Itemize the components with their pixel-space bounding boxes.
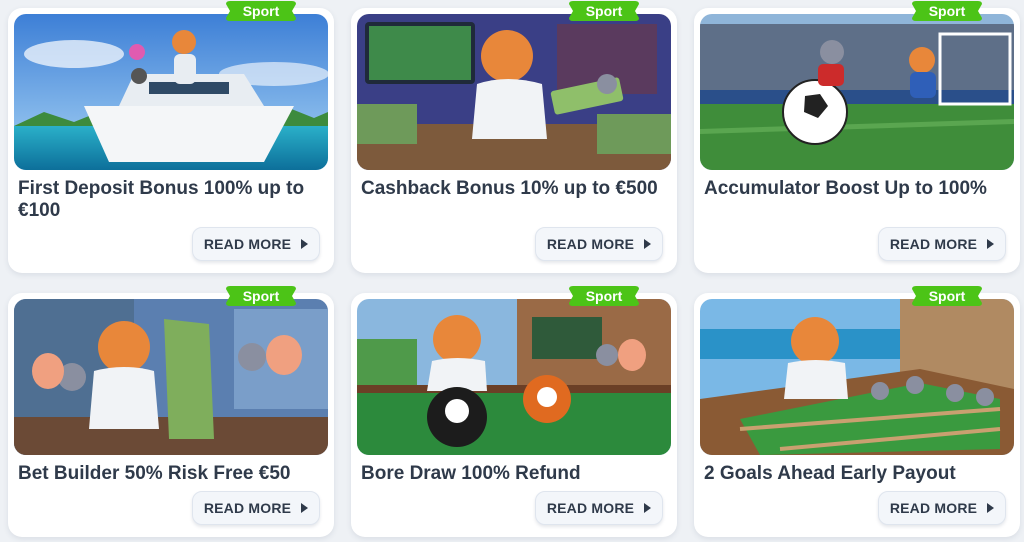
caret-right-icon — [301, 503, 309, 513]
promo-title: Accumulator Boost Up to 100% — [704, 178, 987, 199]
sport-badge: Sport — [226, 286, 296, 306]
promo-card[interactable]: Sport First Deposit Bonus 100% up to €10… — [8, 1, 334, 273]
read-more-label: READ MORE — [203, 236, 292, 252]
promo-title: First Deposit Bonus 100% up to €100 — [18, 178, 305, 221]
table-football-illustration — [700, 299, 1014, 455]
promo-image[interactable] — [700, 299, 1014, 455]
sport-badge: Sport — [912, 1, 982, 21]
read-more-label: READ MORE — [546, 500, 635, 516]
badge-label: Sport — [585, 288, 623, 304]
caret-right-icon — [301, 239, 309, 249]
read-more-label: READ MORE — [203, 500, 292, 516]
promo-image[interactable] — [14, 299, 328, 455]
read-more-button[interactable]: READ MORE — [878, 491, 1006, 525]
promo-card[interactable]: Sport Accumulator Boost Up to 100% READ … — [694, 1, 1020, 273]
promo-card[interactable]: Sport Bet Builder 50% Risk Free €50 READ… — [8, 286, 334, 537]
stadium-football-illustration — [700, 14, 1014, 170]
read-more-button[interactable]: READ MORE — [535, 491, 663, 525]
promotions-grid: Sport First Deposit Bonus 100% up to €10… — [0, 0, 1024, 542]
promo-title: Cashback Bonus 10% up to €500 — [361, 178, 658, 199]
cat-counting-cash-illustration — [357, 14, 671, 170]
read-more-button[interactable]: READ MORE — [192, 491, 320, 525]
badge-label: Sport — [928, 288, 966, 304]
read-more-button[interactable]: READ MORE — [192, 227, 320, 261]
read-more-button[interactable]: READ MORE — [535, 227, 663, 261]
promo-image[interactable] — [14, 14, 328, 170]
sport-badge: Sport — [912, 286, 982, 306]
promo-card[interactable]: Sport 2 Goals Ahead Early Payout READ MO… — [694, 286, 1020, 537]
read-more-button[interactable]: READ MORE — [878, 227, 1006, 261]
promo-image[interactable] — [357, 14, 671, 170]
promo-card[interactable]: Sport Bore Draw 100% Refund READ MORE — [351, 286, 677, 537]
cat-holding-money-illustration — [14, 299, 328, 455]
read-more-label: READ MORE — [889, 500, 978, 516]
promo-image[interactable] — [700, 14, 1014, 170]
cat-on-yacht-illustration — [14, 14, 328, 170]
caret-right-icon — [644, 503, 652, 513]
badge-label: Sport — [242, 288, 280, 304]
caret-right-icon — [644, 239, 652, 249]
caret-right-icon — [987, 503, 995, 513]
billiards-illustration — [357, 299, 671, 455]
badge-label: Sport — [928, 3, 966, 19]
badge-label: Sport — [585, 3, 623, 19]
read-more-label: READ MORE — [546, 236, 635, 252]
caret-right-icon — [987, 239, 995, 249]
sport-badge: Sport — [569, 1, 639, 21]
sport-badge: Sport — [569, 286, 639, 306]
badge-label: Sport — [242, 3, 280, 19]
sport-badge: Sport — [226, 1, 296, 21]
read-more-label: READ MORE — [889, 236, 978, 252]
promo-card[interactable]: Sport Cashback Bonus 10% up to €500 READ… — [351, 1, 677, 273]
promo-image[interactable] — [357, 299, 671, 455]
